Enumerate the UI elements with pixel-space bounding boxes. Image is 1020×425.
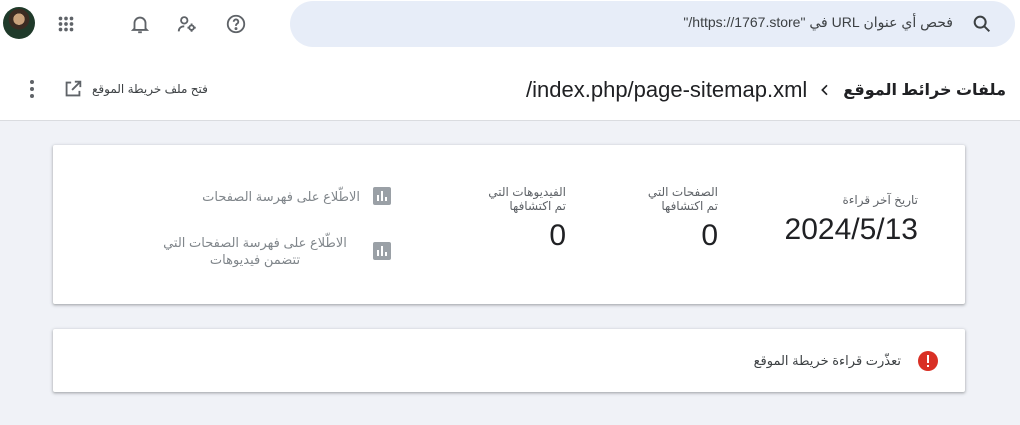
- url-inspection-search[interactable]: فحص أي عنوان URL في "https://1767.store/…: [290, 1, 1015, 47]
- page-index-report-label[interactable]: الاطّلاع على فهرسة الصفحات: [202, 188, 360, 205]
- breadcrumb: ملفات خرائط الموقع /index.php/page-sitem…: [526, 77, 1006, 103]
- stat-discovered-pages-value: 0: [701, 219, 718, 252]
- stat-discovered-pages-label: الصفحات التي تم اكتشافها: [647, 185, 718, 213]
- stat-discovered-videos: الفيديوهات التي تم اكتشافها 0: [476, 185, 566, 253]
- status-message: تعذّرت قراءة خريطة الموقع: [753, 353, 901, 368]
- stat-discovered-pages: الصفحات التي تم اكتشافها 0: [638, 185, 718, 253]
- stat-discovered-videos-label: الفيديوهات التي تم اكتشافها: [488, 185, 566, 213]
- search-input[interactable]: فحص أي عنوان URL في "https://1767.store/…: [683, 14, 953, 31]
- video-index-report-label[interactable]: الاطّلاع على فهرسة الصفحات التي تتضمن في…: [150, 234, 360, 268]
- chevron-left-icon: [821, 84, 828, 96]
- stat-last-read: تاريخ آخر قراءة 2024/5/13: [785, 193, 918, 247]
- error-icon: [918, 351, 938, 371]
- more-vert-icon[interactable]: [20, 77, 44, 101]
- bell-icon[interactable]: [124, 8, 156, 40]
- stat-last-read-value: 2024/5/13: [784, 213, 918, 246]
- page-title: /index.php/page-sitemap.xml: [526, 77, 808, 102]
- status-row: تعذّرت قراءة خريطة الموقع: [754, 350, 939, 372]
- stat-discovered-videos-value: 0: [549, 219, 566, 252]
- bar-chart-icon: [373, 187, 391, 205]
- page-header: فتح ملف خريطة الموقع ملفات خرائط الموقع …: [0, 50, 1020, 121]
- search-icon[interactable]: [971, 13, 993, 35]
- sitemap-stats-card: تاريخ آخر قراءة 2024/5/13 الصفحات التي ت…: [53, 145, 965, 304]
- sitemap-status-card: تعذّرت قراءة خريطة الموقع: [53, 329, 965, 392]
- avatar[interactable]: [3, 7, 35, 39]
- help-icon[interactable]: [220, 8, 252, 40]
- breadcrumb-parent[interactable]: ملفات خرائط الموقع: [843, 80, 1006, 100]
- page-index-report-link[interactable]: الاطّلاع على فهرسة الصفحات: [202, 186, 392, 206]
- open-in-new-icon: [65, 80, 82, 97]
- manage-users-icon[interactable]: [171, 8, 203, 40]
- apps-grid-icon[interactable]: [50, 8, 82, 40]
- video-index-report-link[interactable]: الاطّلاع على فهرسة الصفحات التي تتضمن في…: [150, 234, 392, 268]
- bar-chart-icon: [373, 242, 391, 260]
- top-bar: فحص أي عنوان URL في "https://1767.store/…: [0, 0, 1020, 50]
- open-sitemap-label: فتح ملف خريطة الموقع: [92, 82, 208, 96]
- open-sitemap-button[interactable]: فتح ملف خريطة الموقع: [62, 77, 208, 101]
- stat-last-read-label: تاريخ آخر قراءة: [842, 193, 918, 207]
